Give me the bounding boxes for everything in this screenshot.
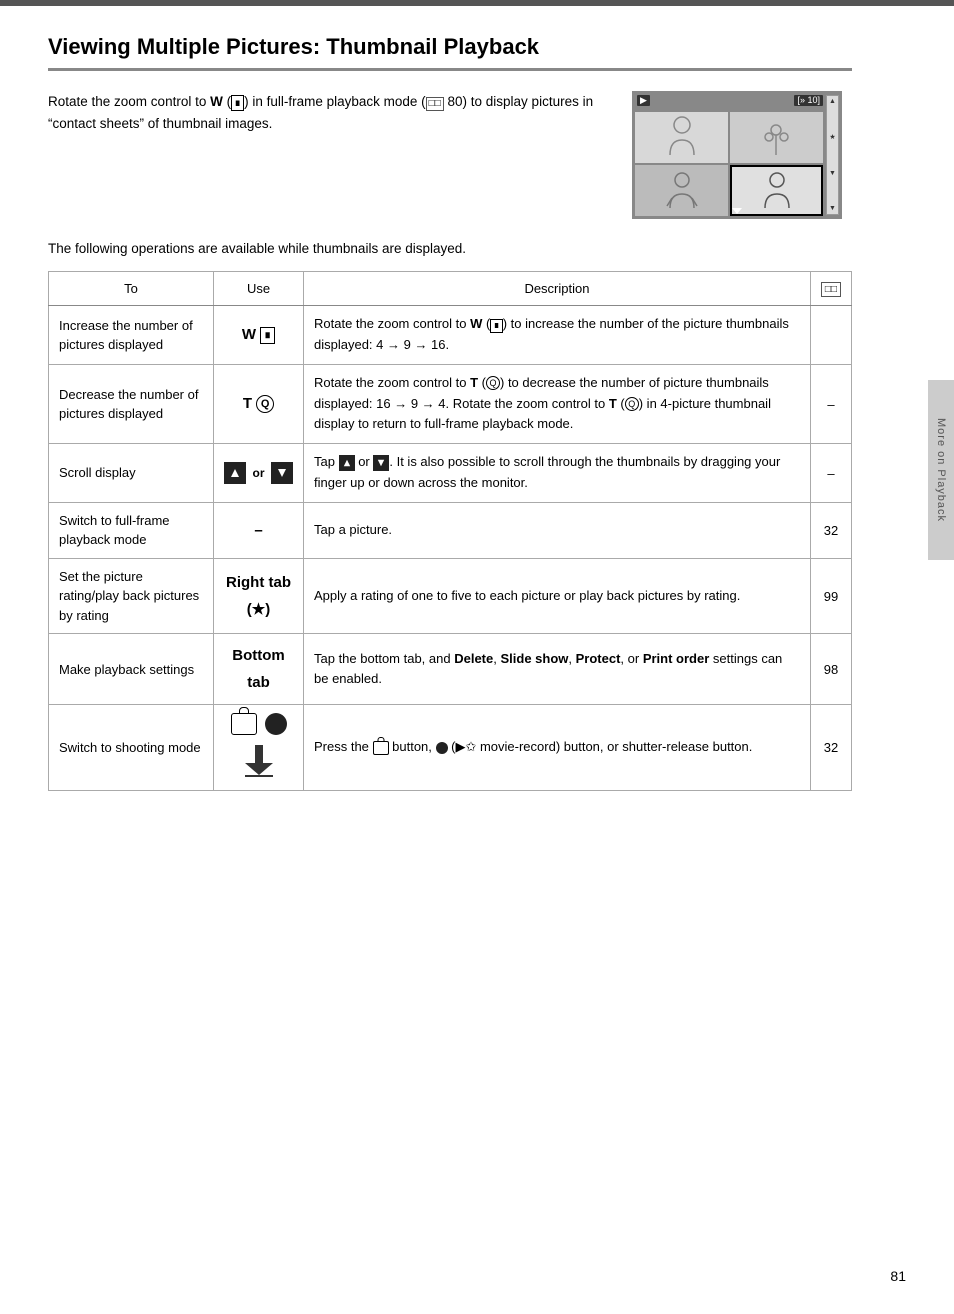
- row5-desc: Apply a rating of one to five to each pi…: [304, 558, 811, 634]
- shutter-icon-svg: [241, 741, 277, 777]
- row3-desc: Tap or . It is also possible to scroll t…: [304, 444, 811, 503]
- scroll-up-arrow: ▲: [829, 98, 836, 105]
- side-tab: More on Playback: [928, 380, 954, 560]
- tab-text: tab: [224, 669, 293, 696]
- row6-use: Bottom tab: [214, 634, 304, 705]
- table-header-row: To Use Description □□: [49, 272, 852, 306]
- camera-button-icon: [231, 713, 257, 735]
- row3-ref: –: [810, 444, 851, 503]
- page-title: Viewing Multiple Pictures: Thumbnail Pla…: [48, 34, 852, 71]
- scroll-down-arrow2: ▼: [829, 205, 836, 212]
- bottom-tab-label: Bottom tab: [224, 642, 293, 696]
- flowers-icon: [754, 115, 799, 160]
- row6-desc: Tap the bottom tab, and Delete, Slide sh…: [304, 634, 811, 705]
- col-header-to: To: [49, 272, 214, 306]
- thumb-3: [635, 165, 728, 216]
- operations-table: To Use Description □□ Increase the numbe…: [48, 271, 852, 791]
- person-icon: [662, 115, 702, 160]
- row6-ref: 98: [810, 634, 851, 705]
- intro-section: Rotate the zoom control to W (∎) in full…: [48, 91, 852, 219]
- sidebar-label: More on Playback: [935, 418, 947, 522]
- t-label: T: [243, 395, 252, 412]
- ref-book-icon: □□: [821, 282, 841, 297]
- inline-scroll-down: [373, 455, 389, 471]
- preview-scrollbar: ▲ ★ ▼ ▼: [826, 95, 839, 215]
- t-icon: Q: [256, 395, 274, 413]
- table-row: Decrease the number of pictures displaye…: [49, 364, 852, 443]
- thumb-2: [730, 112, 823, 163]
- row2-desc: Rotate the zoom control to T (Q) to decr…: [304, 364, 811, 443]
- table-row: Switch to shooting mode: [49, 705, 852, 791]
- row4-to: Switch to full-frame playback mode: [49, 502, 214, 558]
- thumb-1: [635, 112, 728, 163]
- movie-record-button-icon: [265, 713, 287, 735]
- bottom-text: Bottom: [224, 642, 293, 669]
- shutter-arrow-icon: [241, 741, 277, 782]
- row7-desc: Press the button, (▶✩ movie-record) butt…: [304, 705, 811, 791]
- thumbnail-grid: [633, 92, 825, 218]
- camera-preview: ▶ [» 10]: [632, 91, 842, 219]
- shoot-top-icons: [231, 713, 287, 735]
- row2-use: T Q: [214, 364, 304, 443]
- thumb-4-selected: [730, 165, 823, 216]
- right-tab-label: Right tab (★): [224, 569, 293, 623]
- row1-to: Increase the number of pictures displaye…: [49, 306, 214, 365]
- main-content: Viewing Multiple Pictures: Thumbnail Pla…: [0, 6, 900, 831]
- or-text: or: [253, 466, 265, 480]
- row3-to: Scroll display: [49, 444, 214, 503]
- row2-to: Decrease the number of pictures displaye…: [49, 364, 214, 443]
- scroll-down-arrow1: ▼: [829, 170, 836, 177]
- row4-desc: Tap a picture.: [304, 502, 811, 558]
- scroll-down-btn: [271, 462, 293, 484]
- w-icon: ∎: [260, 327, 275, 343]
- col-header-desc: Description: [304, 272, 811, 306]
- intro-text: Rotate the zoom control to W (∎) in full…: [48, 91, 608, 134]
- row4-use: –: [214, 502, 304, 558]
- row1-desc: Rotate the zoom control to W (∎) to incr…: [304, 306, 811, 365]
- person2-icon: [662, 168, 702, 213]
- row5-use: Right tab (★): [214, 558, 304, 634]
- camera-preview-wrapper: ▶ [» 10]: [632, 91, 852, 219]
- scroll-star: ★: [829, 133, 835, 141]
- table-row: Set the picture rating/play back picture…: [49, 558, 852, 634]
- row5-ref: 99: [810, 558, 851, 634]
- col-header-use: Use: [214, 272, 304, 306]
- row2-ref: –: [810, 364, 851, 443]
- table-row: Make playback settings Bottom tab Tap th…: [49, 634, 852, 705]
- row3-use: or: [214, 444, 304, 503]
- row7-ref: 32: [810, 705, 851, 791]
- page-number: 81: [890, 1268, 906, 1284]
- table-row: Increase the number of pictures displaye…: [49, 306, 852, 365]
- table-row: Scroll display or Tap or . It is also po…: [49, 444, 852, 503]
- w-label: W: [242, 326, 256, 343]
- preview-play-icon: ▶: [637, 95, 650, 106]
- row1-use: W ∎: [214, 306, 304, 365]
- table-row: Switch to full-frame playback mode – Tap…: [49, 502, 852, 558]
- row5-to: Set the picture rating/play back picture…: [49, 558, 214, 634]
- preview-top-bar: ▶ [» 10]: [637, 95, 823, 106]
- right-tab-text: Right tab: [224, 569, 293, 596]
- row4-ref: 32: [810, 502, 851, 558]
- row1-ref: [810, 306, 851, 365]
- preview-bottom-indicator: [732, 208, 742, 214]
- following-text: The following operations are available w…: [48, 239, 852, 259]
- preview-count: [» 10]: [794, 95, 823, 106]
- row7-use: [214, 705, 304, 791]
- scroll-up-btn: [224, 462, 246, 484]
- row6-to: Make playback settings: [49, 634, 214, 705]
- row7-to: Switch to shooting mode: [49, 705, 214, 791]
- right-tab-star: (★): [224, 596, 293, 623]
- col-header-ref: □□: [810, 272, 851, 306]
- person3-icon: [757, 168, 797, 213]
- inline-scroll-up: [339, 455, 355, 471]
- shoot-icons: [224, 713, 293, 782]
